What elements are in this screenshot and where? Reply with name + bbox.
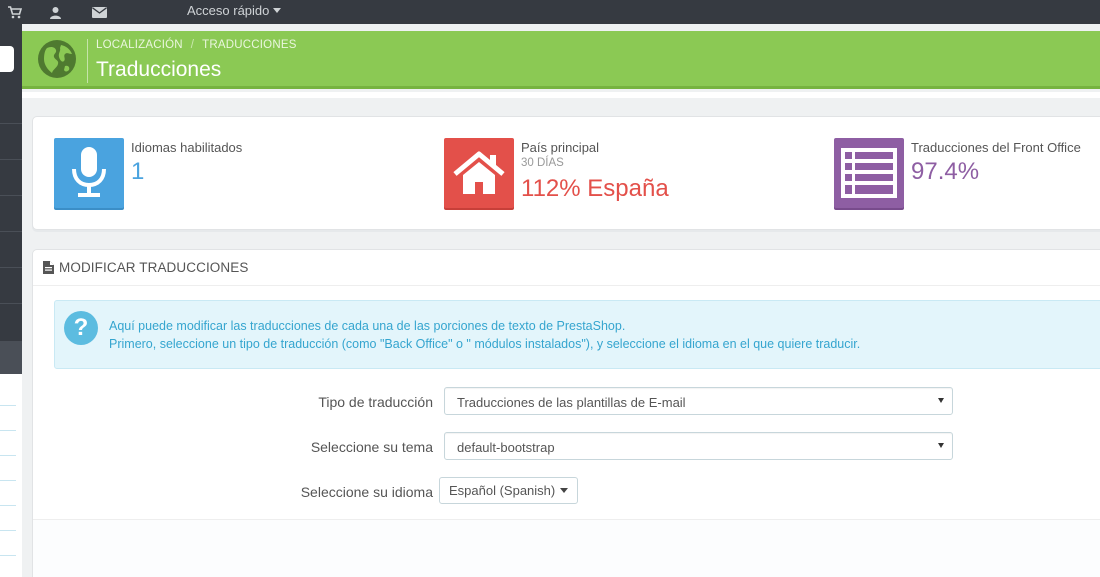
breadcrumb-separator: / xyxy=(190,39,195,51)
globe-icon xyxy=(38,40,76,78)
select-value: default-bootstrap xyxy=(457,440,555,455)
info-alert: ? Aquí puede modificar las traducciones … xyxy=(54,300,1100,369)
modify-translations-panel: MODIFICAR TRADUCCIONES ? Aquí puede modi… xyxy=(32,249,1100,577)
sidebar-item[interactable] xyxy=(0,304,22,342)
quick-access-dropdown[interactable]: Acceso rápido xyxy=(187,3,282,18)
cart-icon[interactable] xyxy=(7,4,23,20)
file-icon xyxy=(43,261,54,274)
breadcrumb-item[interactable]: TRADUCCIONES xyxy=(202,39,296,51)
header-shadow xyxy=(22,92,1100,98)
header-divider xyxy=(87,39,88,83)
kpi-panel: Idiomas habilitados 1 País principal 30 … xyxy=(32,116,1100,230)
sidebar-item[interactable] xyxy=(0,196,22,232)
dropdown-arrow-icon xyxy=(938,398,944,403)
envelope-icon[interactable] xyxy=(91,4,107,20)
user-icon[interactable] xyxy=(47,4,63,20)
home-icon xyxy=(444,138,514,208)
caret-down-icon xyxy=(273,8,282,13)
sidebar-item[interactable] xyxy=(0,124,22,160)
sidebar-item[interactable] xyxy=(0,90,22,124)
sidebar-menu xyxy=(0,24,22,577)
breadcrumb: LOCALIZACIÓN / TRADUCCIONES xyxy=(96,39,297,51)
panel-heading: MODIFICAR TRADUCCIONES xyxy=(33,250,1100,286)
info-text-line: Aquí puede modificar las traducciones de… xyxy=(109,319,626,333)
theme-label: Seleccione su tema xyxy=(310,439,433,455)
kpi-label: Idiomas habilitados xyxy=(131,140,243,155)
kpi-value: 112% España xyxy=(521,175,669,202)
page-title: Traducciones xyxy=(96,58,222,81)
microphone-icon xyxy=(54,138,124,208)
form-row-translation-type: Tipo de traducción Traducciones de las p… xyxy=(33,387,1100,417)
language-dropdown-button[interactable]: Español (Spanish) xyxy=(439,477,579,504)
sidebar-item[interactable] xyxy=(0,232,22,268)
question-icon: ? xyxy=(64,311,98,345)
page-header: LOCALIZACIÓN / TRADUCCIONES Traducciones xyxy=(22,31,1100,89)
quick-access-label: Acceso rápido xyxy=(187,3,270,18)
sidebar-search-input[interactable] xyxy=(0,46,14,72)
dropdown-arrow-icon xyxy=(938,443,944,448)
info-text-line: Primero, seleccione un tipo de traducció… xyxy=(109,337,861,351)
sidebar-item[interactable] xyxy=(0,268,22,304)
panel-title: MODIFICAR TRADUCCIONES xyxy=(59,260,249,275)
kpi-sublabel: 30 DÍAS xyxy=(521,157,564,169)
kpi-value: 1 xyxy=(131,158,145,185)
form-row-theme: Seleccione su tema default-bootstrap xyxy=(33,432,1100,462)
language-label: Seleccione su idioma xyxy=(300,484,433,500)
select-value: Traducciones de las plantillas de E-mail xyxy=(457,395,686,410)
translation-type-label: Tipo de traducción xyxy=(318,394,433,410)
sidebar-submenu xyxy=(0,374,22,577)
top-navbar: Acceso rápido xyxy=(0,0,1100,24)
caret-down-icon xyxy=(560,488,569,493)
form-row-language: Seleccione su idioma Español (Spanish) xyxy=(33,477,1100,507)
kpi-value: 97.4% xyxy=(911,158,980,185)
sidebar-item[interactable] xyxy=(0,160,22,196)
sidebar-item-active[interactable] xyxy=(0,342,22,374)
panel-footer xyxy=(33,520,1100,577)
language-value: Español (Spanish) xyxy=(449,483,556,498)
kpi-label: Traducciones del Front Office xyxy=(911,140,1081,155)
theme-select[interactable]: default-bootstrap xyxy=(444,432,953,460)
list-icon xyxy=(834,138,904,208)
translation-type-select[interactable]: Traducciones de las plantillas de E-mail xyxy=(444,387,953,415)
breadcrumb-item[interactable]: LOCALIZACIÓN xyxy=(96,39,183,51)
kpi-label: País principal xyxy=(521,140,600,155)
